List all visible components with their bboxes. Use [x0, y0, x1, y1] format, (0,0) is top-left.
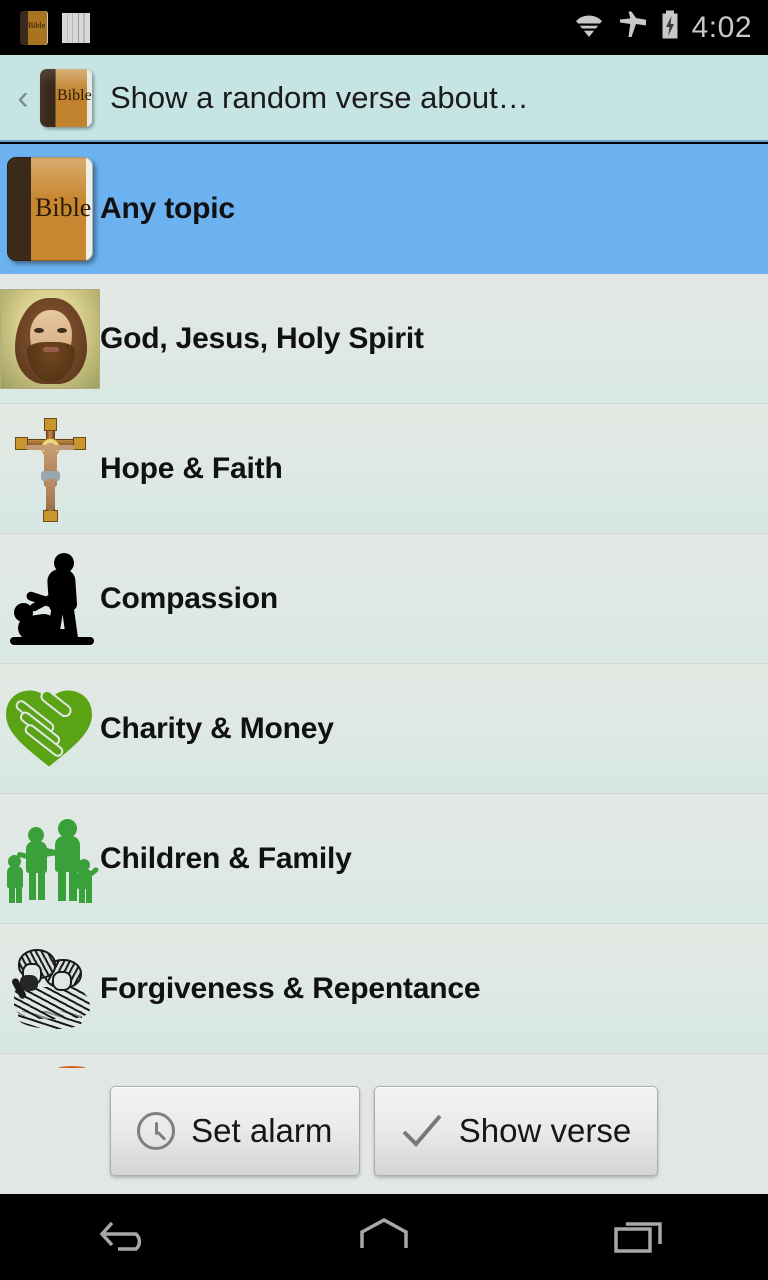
list-item-icon: [0, 415, 100, 523]
list-item-god-jesus-holy-spirit[interactable]: God, Jesus, Holy Spirit: [0, 274, 768, 404]
back-nav-button[interactable]: [0, 1194, 256, 1280]
status-bar-notifications: Bible: [0, 10, 90, 45]
status-bar-clock: 4:02: [691, 10, 752, 44]
list-item-icon: [0, 549, 100, 649]
list-item-icon: [0, 683, 100, 775]
set-alarm-label: Set alarm: [191, 1112, 333, 1149]
home-nav-icon: [352, 1215, 416, 1260]
list-item-label: Children & Family: [100, 841, 352, 875]
list-item-compassion[interactable]: Compassion: [0, 534, 768, 664]
check-icon: [401, 1112, 443, 1150]
app-icon-label: Bible: [57, 86, 92, 104]
show-verse-button[interactable]: Show verse: [373, 1086, 659, 1176]
airplane-mode-icon: [618, 11, 648, 44]
status-bar: Bible 4:02: [0, 0, 768, 55]
family-silhouette-icon: [0, 811, 100, 907]
home-nav-button[interactable]: [256, 1194, 512, 1280]
app-screen: Bible 4:02 ‹ Bible Show a random verse a…: [0, 0, 768, 1280]
bible-app-notification-icon: Bible: [20, 10, 48, 45]
pages-notification-icon: [62, 12, 90, 43]
page-title: Show a random verse about…: [110, 79, 529, 115]
embrace-sketch-icon: [0, 941, 100, 1037]
show-verse-label: Show verse: [458, 1112, 632, 1149]
list-item-label: Charity & Money: [100, 711, 334, 745]
back-nav-icon: [96, 1215, 160, 1260]
list-item-label: Any topic: [100, 191, 235, 225]
app-icon[interactable]: Bible: [40, 68, 92, 127]
clock-icon: [137, 1112, 176, 1150]
list-item-forgiveness-repentance[interactable]: Forgiveness & Repentance: [0, 924, 768, 1054]
list-item-any-topic[interactable]: Bible Any topic: [0, 144, 768, 274]
list-item-icon: [0, 288, 100, 389]
jesus-portrait-icon: [0, 288, 100, 389]
bottom-button-bar: Set alarm Show verse: [0, 1068, 768, 1194]
list-item-hope-faith[interactable]: Hope & Faith: [0, 404, 768, 534]
set-alarm-button[interactable]: Set alarm: [109, 1086, 360, 1176]
up-navigation-icon[interactable]: ‹: [8, 81, 38, 115]
helping-hand-silhouette-icon: [2, 549, 98, 649]
list-item-label: Forgiveness & Repentance: [100, 971, 481, 1005]
list-item-label: Compassion: [100, 581, 279, 615]
system-navigation-bar: [0, 1194, 768, 1280]
battery-charging-icon: [660, 10, 680, 45]
wifi-icon: [571, 12, 606, 43]
list-item-icon: Bible: [0, 156, 100, 261]
action-bar: ‹ Bible Show a random verse about…: [0, 55, 768, 142]
crucifix-icon: [7, 415, 93, 523]
status-bar-system-icons: 4:02: [571, 0, 752, 55]
list-item-icon: [0, 811, 100, 907]
list-item-charity-money[interactable]: Charity & Money: [0, 664, 768, 794]
topic-list[interactable]: Bible Any topic God, Jesus, Holy Spirit: [0, 144, 768, 1068]
list-item-label: God, Jesus, Holy Spirit: [100, 321, 424, 355]
recents-nav-button[interactable]: [512, 1194, 768, 1280]
heart-handshake-icon: [0, 683, 100, 775]
bible-book-icon-label: Bible: [35, 192, 92, 222]
list-item-label: Hope & Faith: [100, 451, 283, 485]
list-item-icon: [0, 941, 100, 1037]
bible-book-icon: Bible: [7, 156, 93, 261]
bible-mini-label: Bible: [28, 20, 46, 30]
recents-nav-icon: [608, 1215, 672, 1260]
list-item-children-family[interactable]: Children & Family: [0, 794, 768, 924]
